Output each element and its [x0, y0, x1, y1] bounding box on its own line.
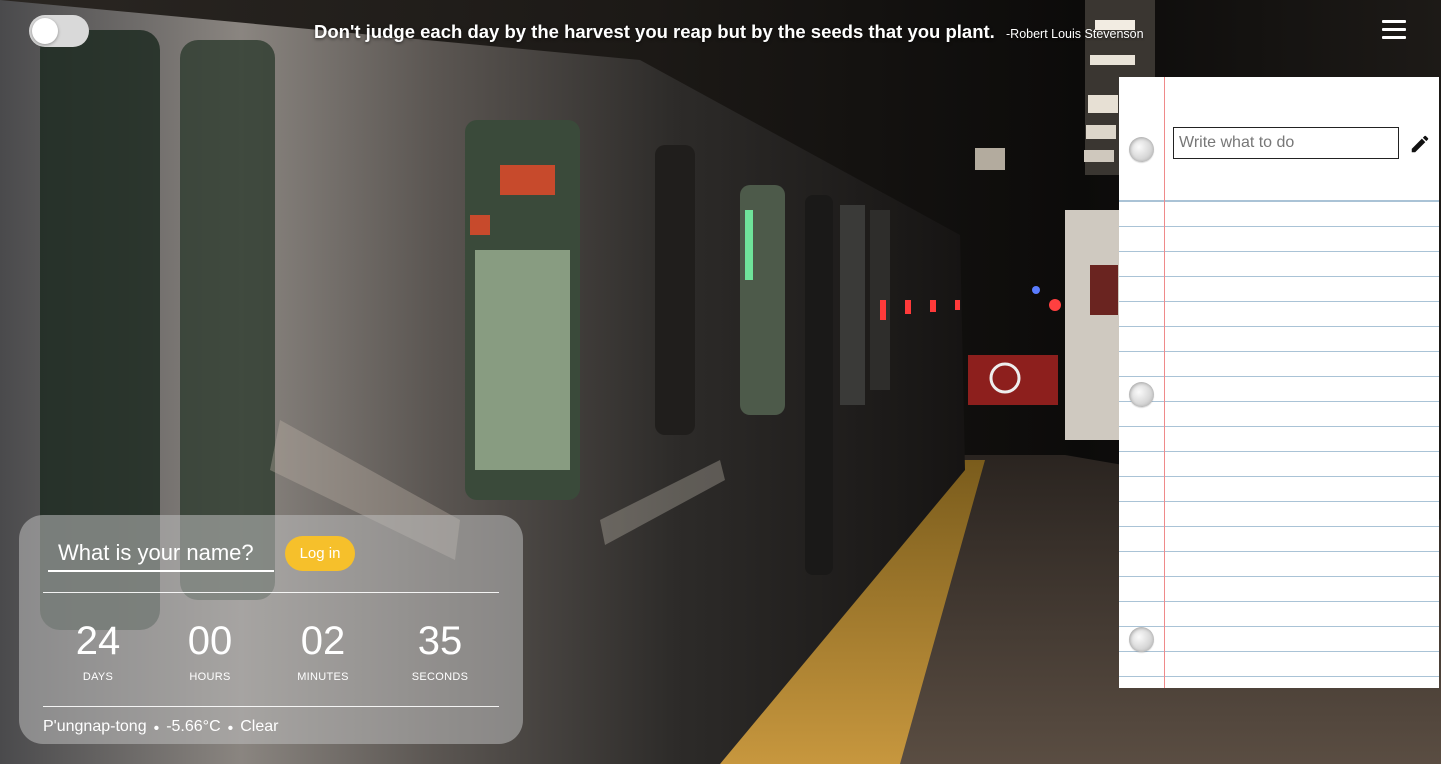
countdown-hours: 00 HOURS	[155, 619, 265, 683]
weather-temperature: -5.66°C	[166, 718, 221, 735]
weather-info: P'ungnap-tong • -5.66°C • Clear	[43, 718, 279, 737]
hamburger-menu-icon[interactable]	[1382, 20, 1406, 42]
countdown-days-label: DAYS	[82, 671, 114, 683]
countdown-hours-value: 00	[187, 619, 233, 663]
countdown-seconds-value: 35	[417, 619, 463, 663]
binder-hole	[1129, 137, 1154, 162]
notebook-rule-line	[1119, 200, 1439, 201]
countdown-minutes-value: 02	[300, 619, 346, 663]
weather-separator: •	[153, 720, 160, 737]
name-input[interactable]	[48, 536, 274, 572]
weather-separator: •	[227, 720, 234, 737]
todo-notebook-panel	[1119, 77, 1439, 688]
quote-author: -Robert Louis Stevenson	[1006, 27, 1144, 41]
todo-input[interactable]	[1173, 127, 1399, 159]
countdown-days: 24 DAYS	[43, 619, 153, 683]
countdown-minutes-label: MINUTES	[297, 671, 349, 683]
binder-hole	[1129, 382, 1154, 407]
pencil-icon[interactable]	[1409, 133, 1431, 155]
menu-bar	[1382, 20, 1406, 23]
notebook-margin-line	[1164, 77, 1165, 688]
countdown-days-value: 24	[75, 619, 121, 663]
toggle-knob	[32, 18, 58, 44]
greeting-card: Log in 24 DAYS 00 HOURS 02 MINUTES 35 SE…	[19, 515, 523, 744]
theme-toggle-switch[interactable]	[29, 15, 89, 47]
countdown-hours-label: HOURS	[189, 671, 231, 683]
countdown-seconds-label: SECONDS	[411, 671, 469, 683]
quote-text: Don't judge each day by the harvest you …	[314, 21, 995, 42]
weather-location: P'ungnap-tong	[43, 718, 147, 735]
weather-condition: Clear	[240, 718, 279, 735]
login-button[interactable]: Log in	[285, 536, 355, 571]
countdown-seconds: 35 SECONDS	[385, 619, 495, 683]
card-divider	[43, 592, 499, 593]
card-divider	[43, 706, 499, 707]
binder-hole	[1129, 627, 1154, 652]
menu-bar	[1382, 28, 1406, 31]
menu-bar	[1382, 36, 1406, 39]
countdown-minutes: 02 MINUTES	[268, 619, 378, 683]
